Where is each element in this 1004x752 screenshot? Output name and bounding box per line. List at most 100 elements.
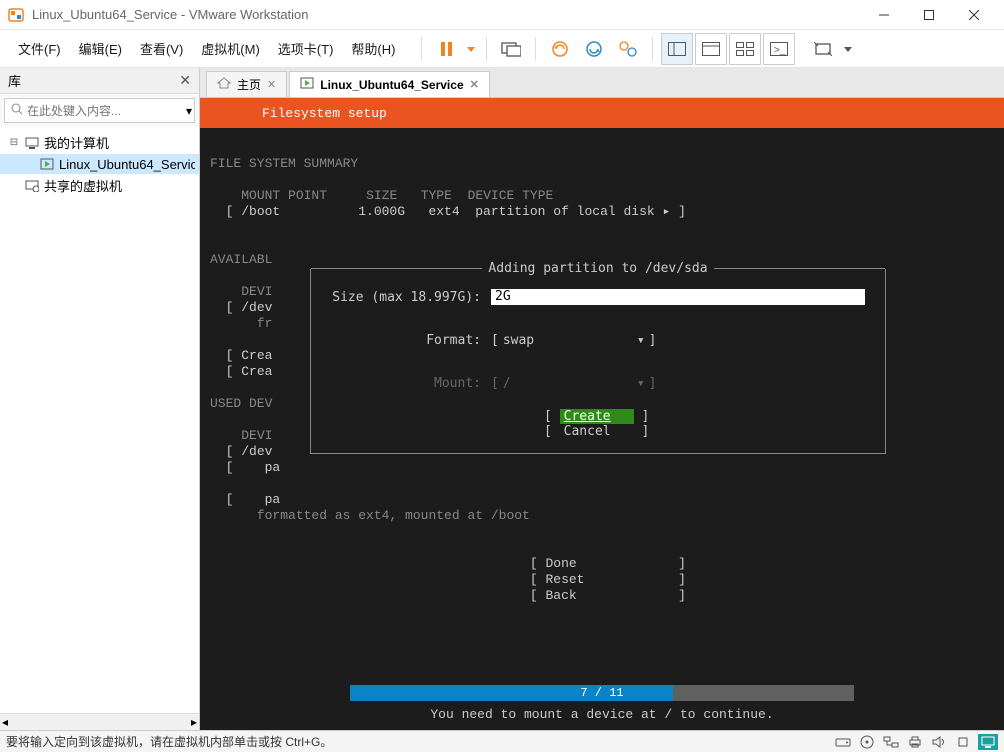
tree-my-computer[interactable]: ⊟ 我的计算机	[0, 131, 199, 154]
back-button[interactable]: [ Back ]	[530, 588, 686, 603]
menu-tabs[interactable]: 选项卡(T)	[270, 35, 342, 62]
tab-close-button[interactable]: ✕	[267, 78, 276, 91]
network-icon[interactable]	[882, 734, 900, 750]
cancel-button[interactable]: [ Cancel ]	[544, 424, 652, 439]
toolbar-separator	[486, 37, 487, 61]
installer-title: Filesystem setup	[262, 106, 387, 121]
toolbar-separator	[652, 37, 653, 61]
chevron-down-icon: ▾	[637, 333, 645, 348]
close-button[interactable]	[951, 0, 996, 30]
status-bar: 要将输入定向到该虚拟机，请在虚拟机内部单击或按 Ctrl+G。	[0, 730, 1004, 752]
fullscreen-dropdown[interactable]	[841, 33, 855, 65]
done-button[interactable]: [ Done ]	[530, 556, 686, 571]
manage-snapshots-button[interactable]	[612, 33, 644, 65]
used-pa1[interactable]: [ pa	[226, 460, 281, 475]
shared-icon	[24, 178, 40, 194]
add-partition-dialog: Adding partition to /dev/sda Size (max 1…	[310, 269, 886, 454]
tab-vm-ubuntu[interactable]: Linux_Ubuntu64_Service ✕	[289, 71, 490, 97]
view-thumbnail-button[interactable]	[729, 33, 761, 65]
library-tree: ⊟ 我的计算机 Linux_Ubuntu64_Service 共享的虚拟机	[0, 127, 199, 713]
sidebar-scrollbar[interactable]: ◂ ▸	[0, 713, 199, 730]
toolbar-separator	[421, 37, 422, 61]
col-mount: MOUNT POINT	[241, 188, 327, 203]
revert-button[interactable]	[578, 33, 610, 65]
sidebar-close-button[interactable]: ✕	[179, 72, 191, 89]
avail-crea1[interactable]: [ Crea	[226, 348, 273, 363]
used-title: USED DEV	[210, 396, 272, 411]
avail-devi: DEVI	[241, 284, 272, 299]
sound-icon[interactable]	[930, 734, 948, 750]
menu-vm[interactable]: 虚拟机(M)	[193, 35, 268, 62]
summary-title: FILE SYSTEM SUMMARY	[210, 156, 358, 171]
tree-shared-vms[interactable]: 共享的虚拟机	[0, 174, 199, 197]
format-select[interactable]: [ swap ▾ ]	[491, 333, 656, 348]
dialog-title-row: Adding partition to /dev/sda	[311, 261, 885, 276]
view-single-button[interactable]	[695, 33, 727, 65]
reset-button[interactable]: [ Reset ]	[530, 572, 686, 587]
send-ctrl-alt-del-button[interactable]	[495, 33, 527, 65]
printer-icon[interactable]	[906, 734, 924, 750]
scroll-right-icon[interactable]: ▸	[191, 715, 197, 729]
pause-dropdown[interactable]	[464, 33, 478, 65]
installer-header: Filesystem setup	[200, 98, 1004, 128]
avail-dev[interactable]: [ /dev	[226, 300, 273, 315]
main-area: 库 ✕ ▾ ⊟ 我的计算机 Linux_Ubuntu64_Service 共享的…	[0, 68, 1004, 730]
footer-message: You need to mount a device at / to conti…	[200, 701, 1004, 730]
minimize-button[interactable]	[861, 0, 906, 30]
col-devtype: DEVICE TYPE	[468, 188, 554, 203]
search-icon	[11, 103, 23, 118]
avail-title: AVAILABL	[210, 252, 272, 267]
search-input[interactable]	[27, 104, 182, 118]
scroll-left-icon[interactable]: ◂	[2, 715, 8, 729]
snapshot-button[interactable]	[544, 33, 576, 65]
menu-file[interactable]: 文件(F)	[10, 35, 69, 62]
create-button[interactable]: [ Create ]	[544, 409, 652, 424]
tab-close-button[interactable]: ✕	[470, 78, 479, 91]
fullscreen-button[interactable]	[807, 33, 839, 65]
mount-label: Mount:	[331, 376, 491, 391]
usb-icon[interactable]	[954, 734, 972, 750]
vm-console[interactable]: Filesystem setup FILE SYSTEM SUMMARY MOU…	[200, 98, 1004, 730]
maximize-button[interactable]	[906, 0, 951, 30]
sidebar-header: 库 ✕	[0, 68, 199, 94]
dialog-title: Adding partition to /dev/sda	[482, 261, 713, 276]
window-controls	[861, 0, 996, 30]
format-label: Format:	[331, 333, 491, 348]
menubar: 文件(F) 编辑(E) 查看(V) 虚拟机(M) 选项卡(T) 帮助(H) >_	[0, 30, 1004, 68]
tab-bar: 主页 ✕ Linux_Ubuntu64_Service ✕	[200, 68, 1004, 98]
avail-crea2[interactable]: [ Crea	[226, 364, 273, 379]
hdd-icon[interactable]	[834, 734, 852, 750]
search-dropdown-icon[interactable]: ▾	[186, 104, 192, 118]
pause-button[interactable]	[430, 33, 462, 65]
svg-text:>_: >_	[774, 45, 786, 56]
size-input[interactable]: 2G	[491, 289, 865, 305]
tab-home[interactable]: 主页 ✕	[206, 71, 287, 97]
vm-running-icon	[300, 77, 314, 92]
col-type: TYPE	[421, 188, 452, 203]
vmware-icon	[8, 7, 24, 23]
menu-edit[interactable]: 编辑(E)	[71, 35, 130, 62]
tree-label: 我的计算机	[44, 133, 109, 152]
tree-collapse-icon[interactable]: ⊟	[8, 137, 20, 148]
content-area: 主页 ✕ Linux_Ubuntu64_Service ✕ Filesystem…	[200, 68, 1004, 730]
used-pa2[interactable]: [ pa	[226, 492, 281, 507]
tree-vm-ubuntu[interactable]: Linux_Ubuntu64_Service	[0, 154, 199, 174]
mount-value: /	[503, 376, 633, 391]
cd-icon[interactable]	[858, 734, 876, 750]
tree-label: 共享的虚拟机	[44, 176, 122, 195]
chevron-down-icon: ▾	[637, 376, 645, 391]
used-devi: DEVI	[241, 428, 272, 443]
menu-help[interactable]: 帮助(H)	[343, 35, 403, 62]
toolbar-separator	[535, 37, 536, 61]
view-console-button[interactable]	[661, 33, 693, 65]
used-dev[interactable]: [ /dev	[226, 444, 273, 459]
progress-bar: 7 / 11	[350, 685, 854, 701]
menu-view[interactable]: 查看(V)	[132, 35, 191, 62]
display-icon[interactable]	[978, 734, 998, 750]
sidebar-title: 库	[8, 71, 179, 90]
unity-button[interactable]: >_	[763, 33, 795, 65]
sidebar-search[interactable]: ▾	[4, 98, 195, 123]
row-boot[interactable]: [ /boot 1.000G ext4 partition of local d…	[226, 204, 686, 219]
col-size: SIZE	[366, 188, 397, 203]
avail-fr: fr	[257, 316, 273, 331]
